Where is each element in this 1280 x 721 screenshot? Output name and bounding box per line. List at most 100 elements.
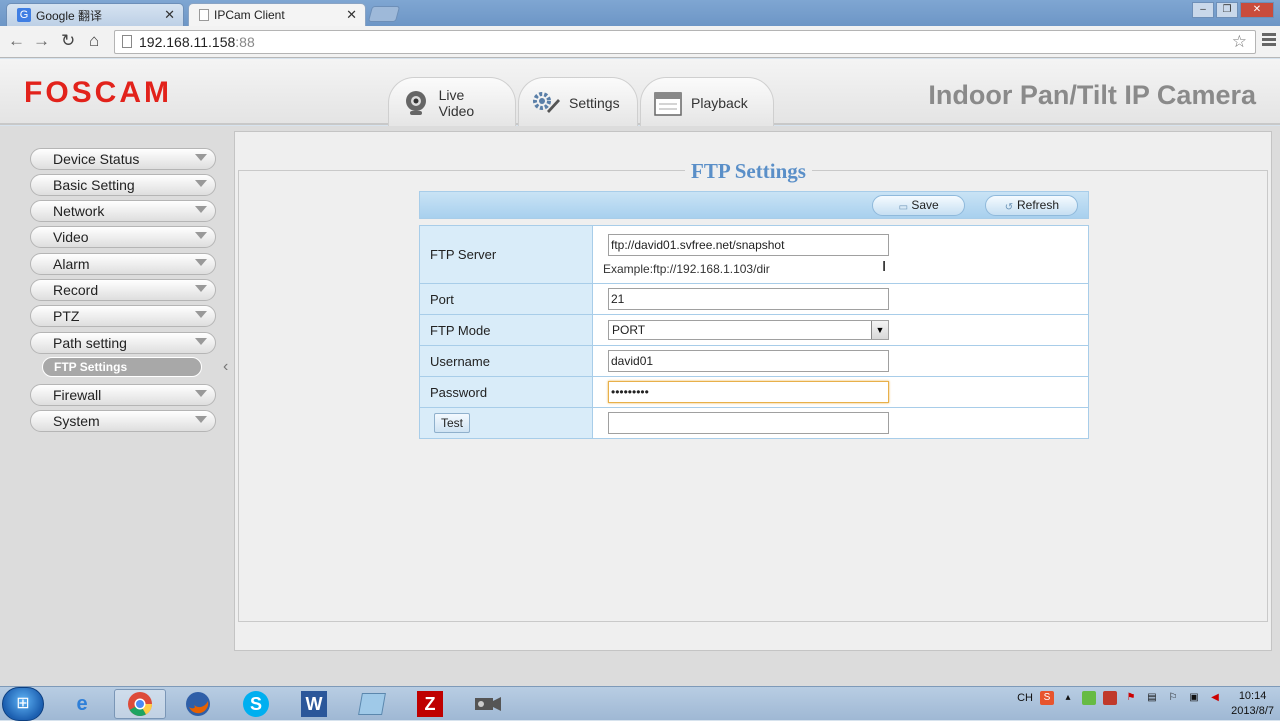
test-button[interactable]: Test <box>434 413 470 433</box>
address-host: 192.168.11.158 <box>139 34 236 50</box>
content-panel: FTP Settings ▭ Save ↺ Refresh FTP Server f… <box>234 131 1272 651</box>
sidebar-item-basic-setting[interactable]: Basic Setting <box>30 174 216 196</box>
forward-icon[interactable]: → <box>33 31 50 51</box>
password-input[interactable]: ••••••••• <box>608 381 889 403</box>
form-row-test: Test <box>419 407 1089 439</box>
menu-icon[interactable] <box>1262 33 1276 48</box>
address-bar[interactable]: 192.168.11.158:88 ☆ <box>114 30 1256 54</box>
volume-muted-icon[interactable]: ◀ <box>1208 691 1222 705</box>
sidebar-item-path-setting[interactable]: Path setting <box>30 332 216 354</box>
form-row-password: Password ••••••••• <box>419 376 1089 408</box>
ftp-settings-table: FTP Server ftp://david01.svfree.net/snap… <box>419 225 1089 439</box>
ftp-server-label: FTP Server <box>419 225 593 284</box>
tab-ipcam-client[interactable]: IPCam Client ✕ <box>188 3 366 26</box>
notepad-icon[interactable] <box>346 689 398 719</box>
internet-explorer-icon[interactable]: e <box>56 689 108 719</box>
minimize-icon[interactable]: – <box>1192 2 1214 18</box>
tray-app-icon[interactable] <box>1103 691 1117 705</box>
port-label: Port <box>419 283 593 315</box>
firefox-icon[interactable] <box>172 689 224 719</box>
tab-playback[interactable]: Playback <box>640 77 774 127</box>
close-icon[interactable]: ✕ <box>346 7 357 23</box>
form-toolbar: ▭ Save ↺ Refresh <box>419 191 1089 219</box>
webcam-icon <box>401 88 431 118</box>
form-row-ftp-server: FTP Server ftp://david01.svfree.net/snap… <box>419 225 1089 284</box>
username-input[interactable]: david01 <box>608 350 889 372</box>
filezilla-icon[interactable]: Z <box>404 689 456 719</box>
network-warning-icon[interactable]: ⚑ <box>1124 691 1138 705</box>
tab-label: IPCam Client <box>214 8 285 22</box>
chevron-down-icon <box>195 390 207 397</box>
close-icon[interactable]: ✕ <box>164 7 175 23</box>
tray-flag-icon[interactable]: ⚐ <box>1166 691 1180 705</box>
tab-live-video[interactable]: Live Video <box>388 77 516 127</box>
ftp-mode-select[interactable]: PORT ▼ <box>608 320 889 340</box>
tray-monitor-icon[interactable]: ▣ <box>1187 691 1201 705</box>
clock-time: 10:14 <box>1238 690 1267 702</box>
tray-device-icon[interactable]: ▤ <box>1145 691 1159 705</box>
sidebar-item-video[interactable]: Video <box>30 226 216 248</box>
tab-label: Google 翻译 <box>36 8 103 23</box>
port-input[interactable]: 21 <box>608 288 889 310</box>
refresh-label: Refresh <box>1016 198 1060 212</box>
tray-language[interactable]: CH <box>1017 692 1033 704</box>
chevron-down-icon <box>195 338 207 345</box>
sidebar-item-label: Network <box>53 203 105 219</box>
sidebar-item-label: Basic Setting <box>53 177 135 193</box>
chevron-down-icon[interactable]: ▼ <box>871 321 888 339</box>
new-tab-button[interactable] <box>367 6 401 22</box>
text-cursor-icon: I <box>882 258 887 275</box>
browser-toolbar: ← → ↻ ⌂ 192.168.11.158:88 ☆ <box>0 26 1280 58</box>
ipcam-tool-icon[interactable] <box>462 689 514 719</box>
tab-settings[interactable]: Settings <box>518 77 638 127</box>
window-controls: – ❐ ✕ <box>1192 2 1274 18</box>
back-icon[interactable]: ← <box>8 31 25 51</box>
form-row-port: Port 21 <box>419 283 1089 315</box>
taskbar: ⊞ e S W Z CH S ▴ ⚑ ▤ ⚐ ▣ ◀ 10:14 2013/8/… <box>0 686 1280 721</box>
sidebar-subitem-ftp-settings[interactable]: FTP Settings <box>42 357 202 377</box>
form-row-ftp-mode: FTP Mode PORT ▼ <box>419 314 1089 346</box>
sidebar-item-network[interactable]: Network <box>30 200 216 222</box>
reload-icon[interactable]: ↻ <box>61 31 75 51</box>
clock-date: 2013/8/7 <box>1231 705 1274 717</box>
clock[interactable]: 10:14 2013/8/7 <box>1231 689 1274 719</box>
tab-google-translate[interactable]: G Google 翻译 ✕ <box>6 3 184 26</box>
page-title: Indoor Pan/Tilt IP Camera <box>928 80 1256 110</box>
refresh-button[interactable]: ↺ Refresh <box>985 195 1078 216</box>
sidebar-item-device-status[interactable]: Device Status <box>30 148 216 170</box>
sidebar-item-alarm[interactable]: Alarm <box>30 253 216 275</box>
sidebar-item-label: Firewall <box>53 387 102 403</box>
star-icon[interactable]: ☆ <box>1232 31 1247 53</box>
tray-app-icon[interactable] <box>1082 691 1096 705</box>
username-label: Username <box>419 345 593 377</box>
chevron-up-icon[interactable]: ▴ <box>1061 691 1075 705</box>
sidebar-item-firewall[interactable]: Firewall <box>30 384 216 406</box>
skype-icon[interactable]: S <box>230 689 282 719</box>
save-label: Save <box>911 198 939 212</box>
foscam-logo: FOSCAM <box>24 76 172 109</box>
windows-start-icon[interactable]: ⊞ <box>2 687 44 721</box>
page-body: Device Status Basic Setting Network Vide… <box>0 126 1280 686</box>
chrome-icon[interactable] <box>114 689 166 719</box>
chevron-down-icon <box>195 416 207 423</box>
nav-label: Settings <box>569 94 620 111</box>
chevron-down-icon <box>195 180 207 187</box>
chevron-down-icon <box>195 206 207 213</box>
sidebar-item-ptz[interactable]: PTZ <box>30 305 216 327</box>
collapse-sidebar-icon[interactable]: ‹ <box>223 358 228 376</box>
save-button[interactable]: ▭ Save <box>872 195 965 216</box>
sidebar-item-record[interactable]: Record <box>30 279 216 301</box>
ftp-server-input[interactable]: ftp://david01.svfree.net/snapshot <box>608 233 889 256</box>
word-icon[interactable]: W <box>288 689 340 719</box>
sidebar-item-system[interactable]: System <box>30 410 216 432</box>
system-tray: CH S ▴ ⚑ ▤ ⚐ ▣ ◀ <box>1017 691 1222 705</box>
refresh-icon: ↺ <box>1004 202 1014 213</box>
close-window-icon[interactable]: ✕ <box>1240 2 1274 18</box>
ime-icon[interactable]: S <box>1040 691 1054 705</box>
sidebar-item-label: Alarm <box>53 256 90 272</box>
home-icon[interactable]: ⌂ <box>89 31 99 51</box>
calendar-icon <box>653 88 683 118</box>
restore-icon[interactable]: ❐ <box>1216 2 1238 18</box>
google-translate-icon: G <box>17 8 31 22</box>
chevron-down-icon <box>195 259 207 266</box>
